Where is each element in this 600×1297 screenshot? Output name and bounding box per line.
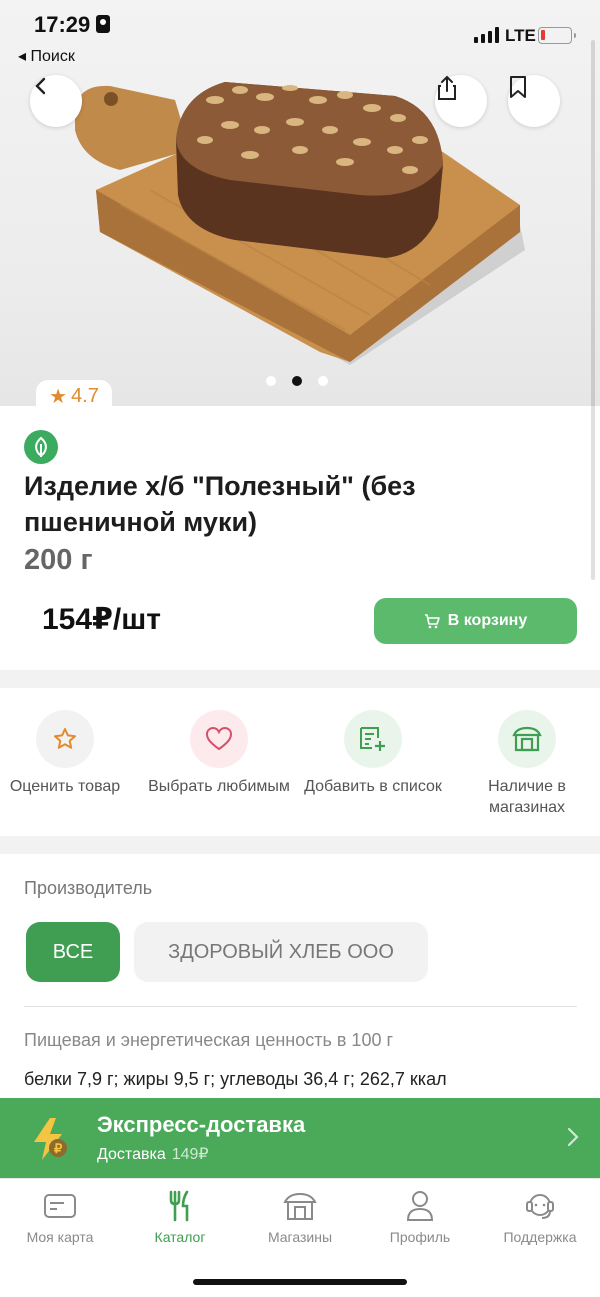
contact-badge-icon <box>96 15 111 33</box>
cart-icon <box>424 614 440 629</box>
bookmark-button[interactable] <box>508 75 560 127</box>
tab-stores[interactable]: Магазины <box>240 1189 360 1245</box>
chevron-right-icon <box>567 1127 579 1147</box>
chevron-left-icon <box>35 77 46 95</box>
back-button[interactable] <box>30 75 82 127</box>
tab-label: Моя карта <box>26 1229 94 1245</box>
section-separator <box>0 836 600 854</box>
store-icon <box>283 1192 317 1220</box>
lightning-icon: ₽ <box>34 1118 67 1160</box>
express-subtitle: Доставка <box>97 1146 166 1163</box>
heart-icon <box>205 726 233 751</box>
add-to-list-button[interactable]: Добавить в список <box>298 710 448 797</box>
status-time: 17:29 <box>34 12 91 37</box>
tab-label: Профиль <box>389 1229 451 1245</box>
network-label: LTE <box>505 26 536 45</box>
store-icon <box>512 726 542 752</box>
action-label: Выбрать любимым <box>148 778 290 795</box>
star-icon <box>54 728 76 749</box>
action-label: Оценить товар <box>9 778 121 795</box>
product-actions: Оценить товар Выбрать любимым Добавить в… <box>0 706 600 834</box>
leaf-icon <box>24 430 58 464</box>
tab-my-card[interactable]: Моя карта <box>0 1189 120 1245</box>
product-price: 154₽/шт <box>42 603 161 636</box>
add-to-cart-button[interactable]: В корзину <box>374 598 577 644</box>
carousel-dot[interactable] <box>266 376 276 386</box>
nutrition-title: Пищевая и энергетическая ценность в 100 … <box>24 1030 394 1050</box>
section-separator <box>0 670 600 688</box>
fork-knife-icon <box>169 1190 189 1222</box>
carousel-dots[interactable] <box>266 376 328 386</box>
express-fee: 149₽ <box>171 1146 209 1163</box>
divider <box>24 1006 577 1007</box>
share-icon <box>438 75 456 100</box>
battery-icon <box>538 27 576 44</box>
rating-badge: ★ 4.7 <box>36 380 112 412</box>
carousel-dot-active[interactable] <box>292 376 302 386</box>
status-bar: 17:29 ◂ Поиск LTE <box>0 0 600 70</box>
filter-chip-brand[interactable]: ЗДОРОВЫЙ ХЛЕБ ООО <box>134 922 428 982</box>
back-to-app-link[interactable]: ◂ Поиск <box>18 46 75 66</box>
scrollbar[interactable] <box>591 40 595 580</box>
tab-catalog[interactable]: Каталог <box>120 1189 240 1245</box>
svg-text:₽: ₽ <box>54 1141 63 1156</box>
action-label: Добавить в список <box>304 778 442 795</box>
tab-profile[interactable]: Профиль <box>360 1189 480 1245</box>
nutrition-values: белки 7,9 г; жиры 9,5 г; углеводы 36,4 г… <box>24 1069 447 1089</box>
product-weight: 200 г <box>24 544 93 576</box>
product-title: Изделие х/б "Полезный" (без пшеничной му… <box>24 471 416 537</box>
share-button[interactable] <box>435 75 487 127</box>
home-indicator[interactable] <box>193 1279 407 1285</box>
card-icon <box>44 1194 76 1218</box>
bookmark-icon <box>510 76 526 98</box>
store-availability-button[interactable]: Наличие в магазинах <box>452 710 600 818</box>
carousel-dot[interactable] <box>318 376 328 386</box>
headset-icon <box>526 1194 554 1219</box>
action-label: Наличие в магазинах <box>488 778 566 816</box>
cart-button-label: В корзину <box>447 612 528 629</box>
filter-chip-all[interactable]: ВСЕ <box>26 922 120 982</box>
profile-icon <box>406 1191 434 1221</box>
manufacturer-title: Производитель <box>24 878 153 898</box>
tab-support[interactable]: Поддержка <box>480 1189 600 1245</box>
tab-label: Поддержка <box>503 1229 577 1245</box>
star-icon: ★ <box>49 385 68 408</box>
rating-value: 4.7 <box>71 384 99 407</box>
favorite-button[interactable]: Выбрать любимым <box>144 710 294 797</box>
express-title: Экспресс-доставка <box>97 1112 306 1137</box>
signal-icon <box>474 27 499 43</box>
express-delivery-banner[interactable]: ₽ Экспресс-доставка Доставка 149₽ <box>0 1098 600 1178</box>
add-list-icon <box>360 727 385 751</box>
tab-label: Магазины <box>267 1229 333 1245</box>
rate-product-button[interactable]: Оценить товар <box>0 710 140 797</box>
tab-label: Каталог <box>154 1229 206 1245</box>
